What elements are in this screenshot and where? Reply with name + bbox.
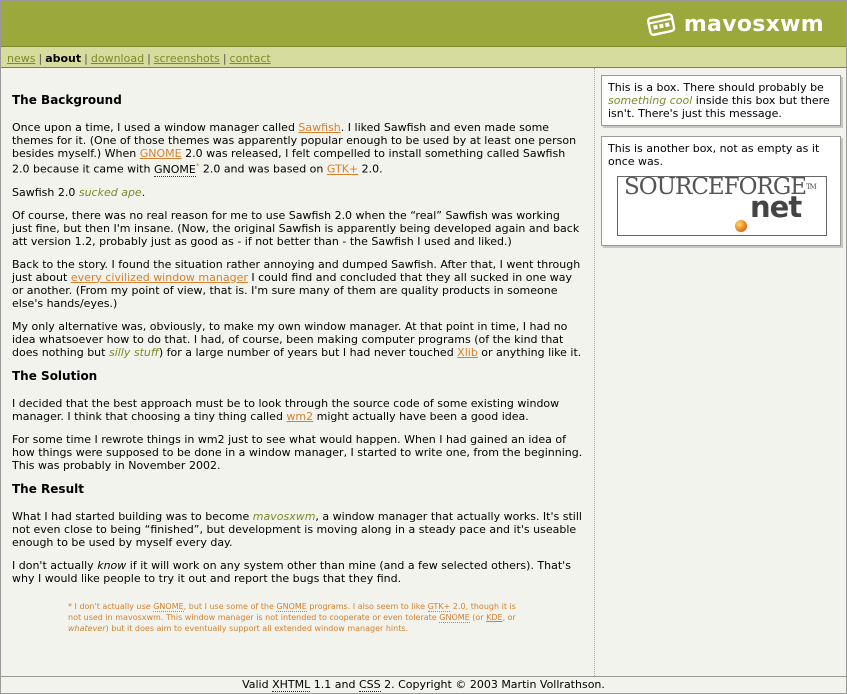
- heading-result: The Result: [12, 481, 84, 496]
- sidebar-box-2: This is another box, not as empty as it …: [601, 136, 841, 246]
- paragraph: Once upon a time, I used a window manage…: [12, 121, 583, 177]
- paragraph: Back to the story. I found the situation…: [12, 258, 583, 310]
- footnote: * I don't actually use GNOME, but I use …: [68, 601, 528, 634]
- text: , but I use some of the: [183, 601, 277, 611]
- trademark-mark: TM: [806, 183, 817, 191]
- nav-separator: |: [38, 52, 43, 65]
- nav-separator: |: [222, 52, 227, 65]
- main-navigation: news | about | download | screenshots | contact: [1, 46, 846, 68]
- main-content: The Background Once upon a time, I used …: [1, 68, 595, 676]
- nav-about-current: about: [45, 52, 82, 65]
- emphasis: whatever: [68, 623, 106, 633]
- sourceforge-logo[interactable]: SOURCEFORGETM net: [617, 176, 827, 236]
- sourceforge-net-text: net: [750, 190, 802, 224]
- text: .: [141, 185, 146, 199]
- text: This is a box. There should probably be: [608, 81, 824, 94]
- link-sawfish[interactable]: Sawfish: [298, 121, 340, 134]
- paragraph: I decided that the best approach must be…: [12, 397, 583, 423]
- text: programs. I also seem to like: [306, 601, 428, 611]
- abbr-css[interactable]: CSS: [358, 678, 381, 692]
- emphasis: use: [136, 601, 151, 611]
- nav-screenshots[interactable]: screenshots: [154, 52, 220, 65]
- site-footer: Valid XHTML 1.1 and CSS 2. Copyright © 2…: [1, 676, 846, 694]
- window-manager-logo-icon: [646, 13, 676, 36]
- text: ) but it does aim to eventually support …: [105, 623, 409, 633]
- text: (or: [469, 612, 487, 622]
- link-kde[interactable]: KDE: [486, 613, 502, 622]
- emphasis: silly stuff: [108, 345, 159, 359]
- text: Valid: [242, 678, 273, 691]
- nav-download[interactable]: download: [91, 52, 144, 65]
- text: 2.0 and was based on: [199, 162, 327, 176]
- emphasis: something cool: [608, 94, 693, 107]
- paragraph: Sawfish 2.0 sucked ape.: [12, 186, 583, 199]
- heading-background: The Background: [12, 93, 122, 107]
- text: ) for a large number of years but I had …: [158, 345, 458, 359]
- text: I don't actually: [12, 558, 98, 572]
- abbr-xhtml[interactable]: XHTML: [272, 678, 311, 692]
- box-text: This is another box, not as empty as it …: [608, 142, 820, 168]
- paragraph: For some time I rewrote things in wm2 ju…: [12, 432, 583, 472]
- paragraph: My only alternative was, obviously, to m…: [12, 320, 583, 359]
- paragraph: Of course, there was no real reason for …: [12, 208, 580, 248]
- text: , or: [502, 612, 516, 622]
- site-name: mavosxwm: [683, 11, 824, 37]
- nav-news[interactable]: news: [7, 52, 35, 65]
- paragraph: I don't actually know if it will work on…: [12, 559, 583, 585]
- abbr-gnome: GNOME: [439, 612, 470, 623]
- text: What I had started building was to becom…: [12, 509, 253, 523]
- sidebar-box-1: This is a box. There should probably be …: [601, 75, 841, 126]
- abbr-gnome: GNOME: [153, 162, 196, 177]
- link-gnome[interactable]: GNOME: [140, 147, 182, 160]
- abbr-gtk: GTK+: [427, 601, 451, 612]
- sourceforge-dot-icon: [735, 220, 747, 232]
- link-gtk[interactable]: GTK+: [327, 163, 358, 176]
- text: Once upon a time, I used a window manage…: [12, 121, 299, 134]
- site-logo[interactable]: mavosxwm: [645, 9, 824, 39]
- text: 1.1 and: [310, 678, 359, 691]
- text: 2.0.: [358, 162, 383, 176]
- nav-contact[interactable]: contact: [230, 52, 271, 65]
- text: * I don't actually: [68, 601, 137, 611]
- abbr-gnome: GNOME: [153, 601, 184, 612]
- sidebar: This is a box. There should probably be …: [601, 75, 841, 256]
- link-window-managers[interactable]: every civilized window manager: [71, 271, 248, 284]
- abbr-gnome: GNOME: [276, 601, 307, 612]
- nav-separator: |: [84, 52, 88, 65]
- link-wm2[interactable]: wm2: [286, 410, 313, 423]
- text: might actually have been a good idea.: [313, 409, 529, 423]
- nav-separator: |: [147, 52, 151, 65]
- paragraph: What I had started building was to becom…: [12, 510, 583, 549]
- site-header: mavosxwm: [1, 1, 846, 46]
- heading-solution: The Solution: [12, 368, 98, 383]
- link-xlib[interactable]: Xlib: [457, 346, 478, 359]
- text: or anything like it.: [477, 345, 582, 359]
- emphasis: know: [97, 558, 127, 572]
- text: 2. Copyright © 2003 Martin Vollrathson.: [380, 678, 605, 691]
- text: Sawfish 2.0: [12, 185, 79, 199]
- emphasis: sucked ape: [78, 185, 142, 199]
- emphasis: mavosxwm: [252, 509, 316, 523]
